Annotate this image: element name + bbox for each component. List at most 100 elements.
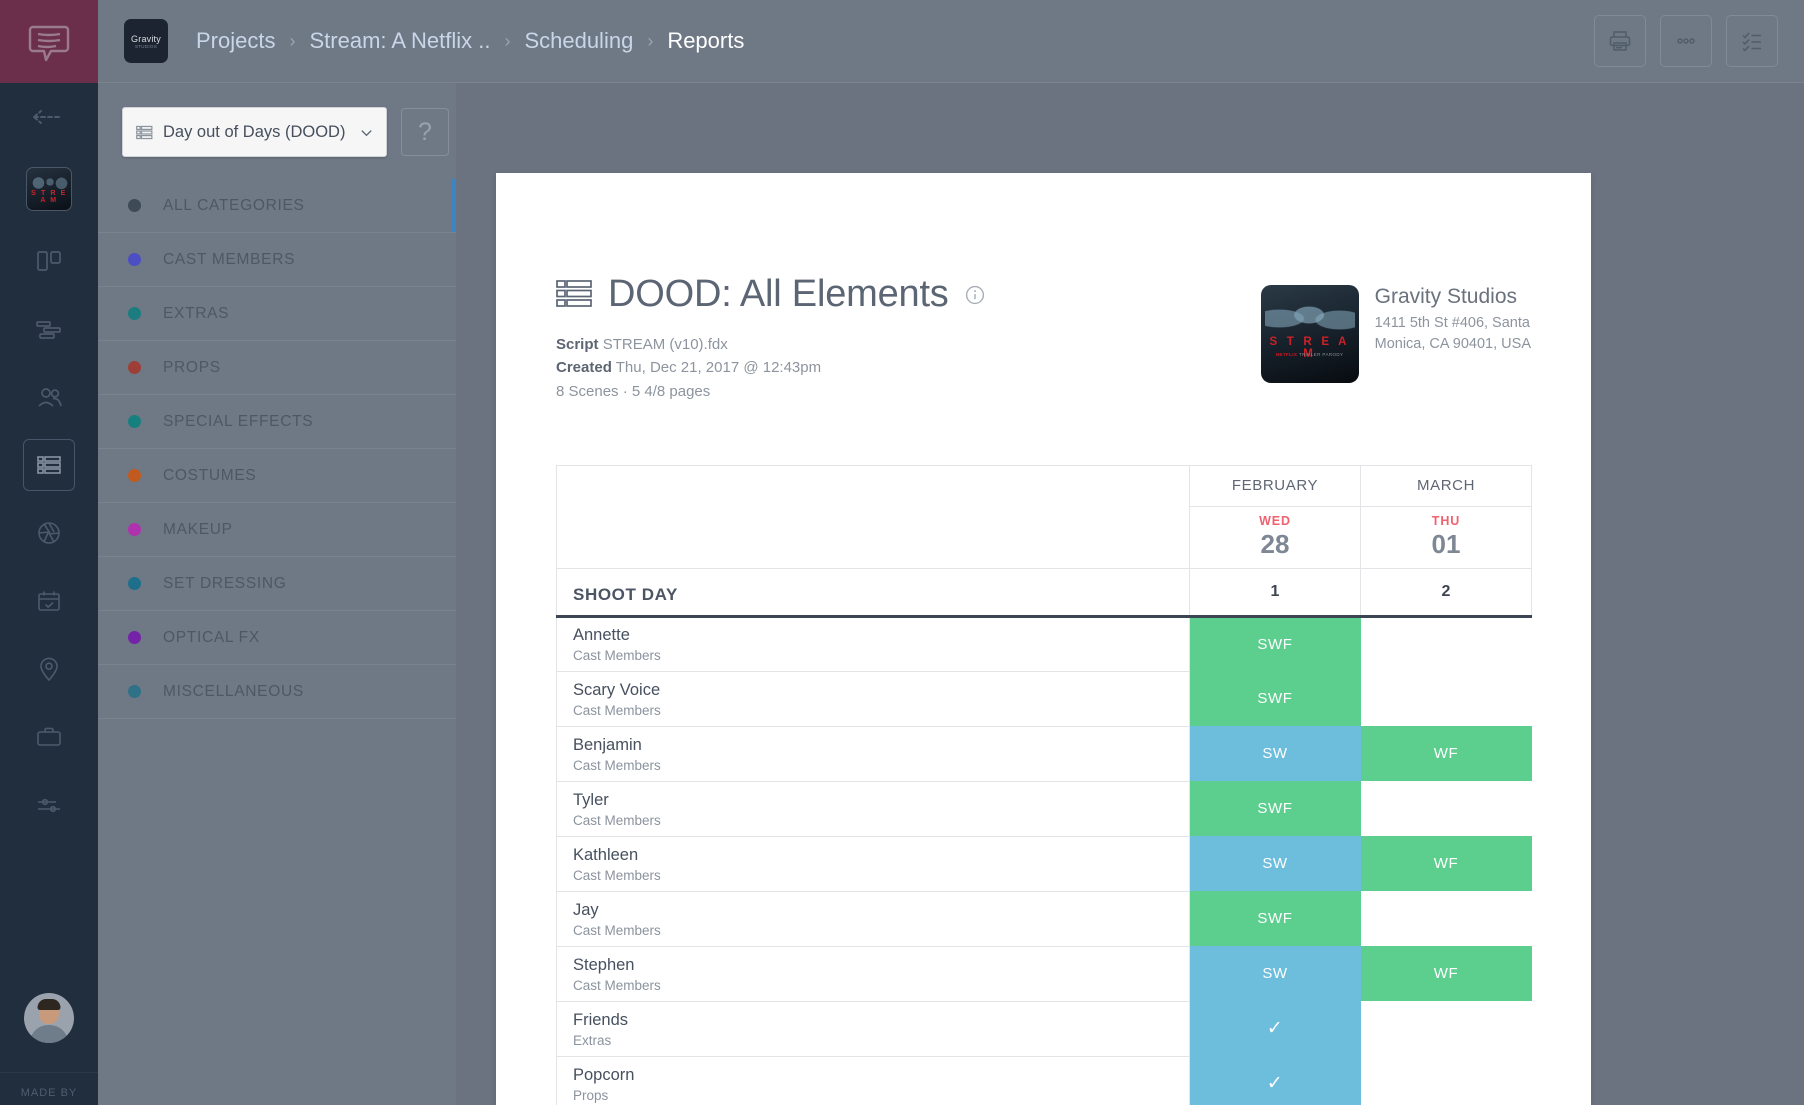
- element-cell: Benjamin Cast Members: [556, 725, 1190, 782]
- project-logo[interactable]: Gravity STUDIOS: [124, 19, 168, 63]
- category-color-dot-icon: [128, 415, 141, 428]
- element-name: Friends: [573, 1010, 629, 1029]
- breadcrumb-item-reports[interactable]: Reports: [665, 28, 746, 54]
- report-meta: Script STREAM (v10).fdx Created Thu, Dec…: [556, 333, 1261, 403]
- day-cell-empty[interactable]: [1360, 616, 1532, 672]
- sidebar-item-label: ALL CATEGORIES: [163, 196, 305, 214]
- studio-info: Gravity Studios 1411 5th St #406, Santa …: [1375, 285, 1531, 403]
- day-cell-marked[interactable]: WF: [1360, 946, 1532, 1002]
- day-cell-empty[interactable]: [1360, 1056, 1532, 1105]
- poster-subtitle-rest: TRAILER PARODY: [1298, 351, 1344, 357]
- printer-icon: [1609, 31, 1631, 51]
- sidebar-item-calendar[interactable]: [0, 567, 98, 635]
- created-meta: Created Thu, Dec 21, 2017 @ 12:43pm: [556, 356, 1261, 379]
- sidebar-item-files[interactable]: [0, 703, 98, 771]
- top-bar-actions: [1594, 15, 1778, 67]
- column-month-header: MARCH: [1360, 464, 1532, 507]
- table-row[interactable]: Scary Voice Cast Members SWF: [556, 670, 1532, 727]
- report-type-label: Day out of Days (DOOD): [163, 122, 346, 141]
- day-cell-empty[interactable]: [1360, 1001, 1532, 1057]
- element-name: Kathleen: [573, 845, 639, 864]
- sidebar-item-people[interactable]: [0, 363, 98, 431]
- day-cell-marked[interactable]: SW: [1189, 726, 1361, 782]
- poster-netflix-label: NETFLIX: [1275, 351, 1298, 357]
- table-row[interactable]: Friends Extras ✓: [556, 1000, 1532, 1057]
- table-row[interactable]: Benjamin Cast Members SW WF: [556, 725, 1532, 782]
- sidebar-item-boards[interactable]: [0, 227, 98, 295]
- checklist-button[interactable]: [1726, 15, 1778, 67]
- table-row[interactable]: Jay Cast Members SWF: [556, 890, 1532, 947]
- element-cell: Tyler Cast Members: [556, 780, 1190, 837]
- sidebar-item-shots[interactable]: [0, 499, 98, 567]
- sidebar-item-miscellaneous[interactable]: MISCELLANEOUS: [98, 665, 456, 719]
- table-row[interactable]: Tyler Cast Members SWF: [556, 780, 1532, 837]
- sidebar-item-reports[interactable]: [0, 431, 98, 499]
- sidebar-item-optical-fx[interactable]: OPTICAL FX: [98, 611, 456, 665]
- aperture-icon: [38, 522, 60, 544]
- checklist-icon: [1742, 32, 1761, 52]
- column-day-of-week: WED: [1259, 513, 1291, 528]
- breadcrumb-item-stream[interactable]: Stream: A Netflix ..: [307, 28, 492, 54]
- day-cell-marked[interactable]: SWF: [1189, 616, 1361, 672]
- studio-address-line1: 1411 5th St #406, Santa: [1374, 315, 1530, 331]
- element-cell: Friends Extras: [556, 1000, 1190, 1057]
- report-type-select[interactable]: Day out of Days (DOOD): [122, 107, 387, 157]
- sidebar-item-locations[interactable]: [0, 635, 98, 703]
- sidebar-item-special-effects[interactable]: SPECIAL EFFECTS: [98, 395, 456, 449]
- sidebar-item-makeup[interactable]: MAKEUP: [98, 503, 456, 557]
- sidebar-item-props[interactable]: PROPS: [98, 341, 456, 395]
- sidebar-item-back[interactable]: [0, 83, 98, 151]
- scene-stats: 8 Scenes · 5 4/8 pages: [556, 382, 711, 400]
- element-cell: Jay Cast Members: [556, 890, 1190, 947]
- chevron-down-icon: [361, 129, 372, 136]
- day-cell-marked[interactable]: ✓: [1189, 1056, 1361, 1105]
- sidebar-item-label: COSTUMES: [163, 466, 257, 484]
- table-row[interactable]: Annette Cast Members SWF: [556, 615, 1532, 672]
- print-button[interactable]: [1594, 15, 1646, 67]
- app-logo[interactable]: [0, 0, 98, 83]
- table-row[interactable]: Stephen Cast Members SW WF: [556, 945, 1532, 1002]
- breadcrumb-item-projects[interactable]: Projects: [194, 28, 277, 54]
- day-cell-marked[interactable]: SW: [1189, 836, 1361, 892]
- day-cell-marked[interactable]: SW: [1189, 946, 1361, 1002]
- sidebar-item-set-dressing[interactable]: SET DRESSING: [98, 557, 456, 611]
- sidebar-item-costumes[interactable]: COSTUMES: [98, 449, 456, 503]
- day-cell-marked[interactable]: WF: [1360, 726, 1532, 782]
- rows-table-icon: [37, 456, 61, 474]
- day-cell-marked[interactable]: SWF: [1189, 671, 1361, 727]
- sidebar-item-extras[interactable]: EXTRAS: [98, 287, 456, 341]
- rows-table-icon: [556, 279, 592, 307]
- element-category: Props: [573, 1087, 609, 1103]
- breadcrumb-separator-icon: ›: [504, 30, 511, 51]
- breadcrumb-item-scheduling[interactable]: Scheduling: [522, 28, 635, 54]
- more-options-button[interactable]: [1660, 15, 1712, 67]
- sidebar-item-stripboard[interactable]: [0, 295, 98, 363]
- day-cell-marked[interactable]: WF: [1360, 836, 1532, 892]
- page-title: DOOD: All Elements: [608, 273, 949, 315]
- element-category: Cast Members: [573, 867, 661, 883]
- dood-table: FEBRUARY MARCH WED 28 THU 01 SHOOT DAY 1 2 Ann…: [556, 464, 1532, 1105]
- table-row[interactable]: Kathleen Cast Members SW WF: [556, 835, 1532, 892]
- created-label: Created: [556, 359, 612, 377]
- sidebar-item-all-categories[interactable]: ALL CATEGORIES: [98, 179, 456, 233]
- info-circle-icon[interactable]: [965, 285, 985, 305]
- element-cell: Annette Cast Members: [556, 615, 1190, 672]
- studio-name: Gravity Studios: [1374, 285, 1518, 308]
- sidebar-item-label: SET DRESSING: [163, 574, 287, 592]
- day-cell-marked[interactable]: SWF: [1189, 891, 1361, 947]
- element-name: Annette: [573, 626, 630, 645]
- element-category: Extras: [573, 1032, 612, 1048]
- avatar[interactable]: [0, 993, 98, 1043]
- sidebar-item-cast-members[interactable]: CAST MEMBERS: [98, 233, 456, 287]
- day-cell-marked[interactable]: ✓: [1189, 1001, 1361, 1057]
- table-row[interactable]: Popcorn Props ✓: [556, 1055, 1532, 1105]
- sidebar-item-project-thumbnail[interactable]: S T R E A M: [0, 151, 98, 227]
- day-cell-empty[interactable]: [1360, 671, 1532, 727]
- day-cell-empty[interactable]: [1360, 781, 1532, 837]
- day-cell-empty[interactable]: [1360, 891, 1532, 947]
- help-button[interactable]: ?: [401, 108, 449, 156]
- element-cell: Stephen Cast Members: [556, 945, 1190, 1002]
- day-cell-marked[interactable]: SWF: [1189, 781, 1361, 837]
- top-bar: Gravity STUDIOS Projects › Stream: A Net…: [98, 0, 1804, 83]
- sidebar-item-settings[interactable]: [0, 771, 98, 839]
